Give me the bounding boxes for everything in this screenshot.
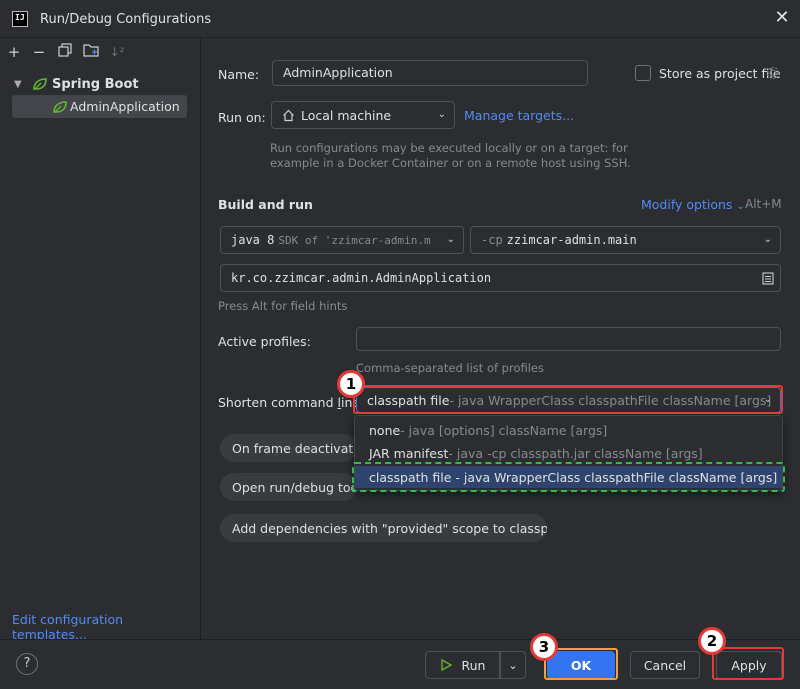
tree-item-adminapplication[interactable]: AdminApplication [12,95,187,118]
sdk-description: SDK of 'zzimcar-admin.m [278,233,431,247]
title-bar: Run/Debug Configurations ✕ [0,0,800,38]
gear-icon[interactable] [766,66,780,80]
annotation-badge-3: 3 [530,633,558,661]
sdk-value: java 8 [231,233,275,247]
add-icon[interactable]: + [5,43,23,61]
run-on-value: Local machine [301,107,392,123]
tree-group-label: Spring Boot [52,76,139,92]
active-profiles-label: Active profiles: [218,334,311,349]
configuration-form: Name: AdminApplication Store as project … [202,38,800,639]
tree-group-spring-boot[interactable]: ▼ Spring Boot [14,74,139,94]
annotation-badge-1: 1 [337,370,365,398]
field-hint: Press Alt for field hints [218,299,348,313]
name-label: Name: [218,67,260,82]
store-as-project-file-checkbox[interactable] [635,65,651,81]
annotation-badge-2: 2 [698,627,726,655]
folder-icon[interactable] [82,43,100,61]
popup-option-jar-manifest[interactable]: JAR manifest - java -cp classpath.jar cl… [355,442,782,464]
sdk-select[interactable]: java 8 SDK of 'zzimcar-admin.m ⌄ [220,226,464,254]
store-as-project-file-label: Store as project file [659,66,781,81]
run-on-hint-line-2: example in a Docker Container or on a re… [270,156,631,170]
dialog-footer: ? Run ⌄ OK Cancel Apply [0,639,800,689]
shorten-command-line-label: Shorten command line: [218,395,365,410]
chip-add-provided-deps-label: Add dependencies with "provided" scope t… [232,520,547,536]
close-icon[interactable]: ✕ [772,8,792,28]
chip-on-frame-deactivation[interactable]: On frame deactivation [220,434,357,462]
help-icon[interactable]: ? [16,653,38,675]
active-profiles-hint: Comma-separated list of profiles [356,361,544,375]
cp-module: zzimcar-admin.main [506,233,637,247]
modify-options-link[interactable]: Modify options ⌄ [641,197,745,212]
run-button[interactable]: Run [425,651,500,679]
modify-options-shortcut: Alt+M [745,197,782,211]
chip-add-provided-deps[interactable]: Add dependencies with "provided" scope t… [220,514,547,542]
window-title: Run/Debug Configurations [40,12,212,27]
main-class-value: kr.co.zzimcar.admin.AdminApplication [231,271,492,285]
remove-icon[interactable]: − [30,43,48,61]
name-field[interactable]: AdminApplication [272,60,588,86]
browse-icon[interactable] [762,272,774,285]
active-profiles-field[interactable] [356,327,781,351]
popup-option-none[interactable]: none - java [options] className [args] [355,419,782,441]
run-options-dropdown[interactable]: ⌄ [500,651,526,679]
play-icon [440,659,452,671]
spring-boot-icon [53,101,67,113]
copy-icon[interactable] [56,43,74,61]
chevron-down-icon: ⌄ [437,109,446,120]
chevron-down-icon: ⌄ [508,658,518,672]
spring-boot-icon [33,78,47,90]
edit-templates-link[interactable]: Edit configuration templates... [12,612,200,642]
intellij-logo-icon [12,11,28,27]
annotation-highlight-shorten [353,385,783,414]
chip-open-tool-window[interactable]: Open run/debug tool window when started [220,473,357,501]
tree-toolbar: + − ↓² [0,38,201,66]
home-icon [283,109,294,121]
annotation-highlight-classpath-file [352,462,785,492]
annotation-highlight-apply [712,647,784,680]
chevron-down-icon: ⌄ [442,234,455,245]
main-class-field[interactable]: kr.co.zzimcar.admin.AdminApplication [220,264,781,292]
run-on-select[interactable]: Local machine ⌄ [271,101,455,129]
configurations-tree-pane: + − ↓² ▼ Spring Boot AdminApplication Ed… [0,38,201,642]
run-on-hint-line-1: Run configurations may be executed local… [270,141,628,155]
chevron-down-icon[interactable]: ▼ [14,79,32,90]
run-on-label: Run on: [218,110,266,125]
sort-icon[interactable]: ↓² [108,43,126,61]
manage-targets-link[interactable]: Manage targets... [464,108,574,123]
classpath-module-select[interactable]: -cp zzimcar-admin.main ⌄ [470,226,781,254]
tree-item-label: AdminApplication [70,99,180,114]
chevron-down-icon: ⌄ [763,234,772,245]
cancel-button[interactable]: Cancel [630,651,700,679]
chevron-down-icon: ⌄ [736,201,745,212]
build-and-run-title: Build and run [218,197,313,212]
cp-flag: -cp [481,233,503,247]
